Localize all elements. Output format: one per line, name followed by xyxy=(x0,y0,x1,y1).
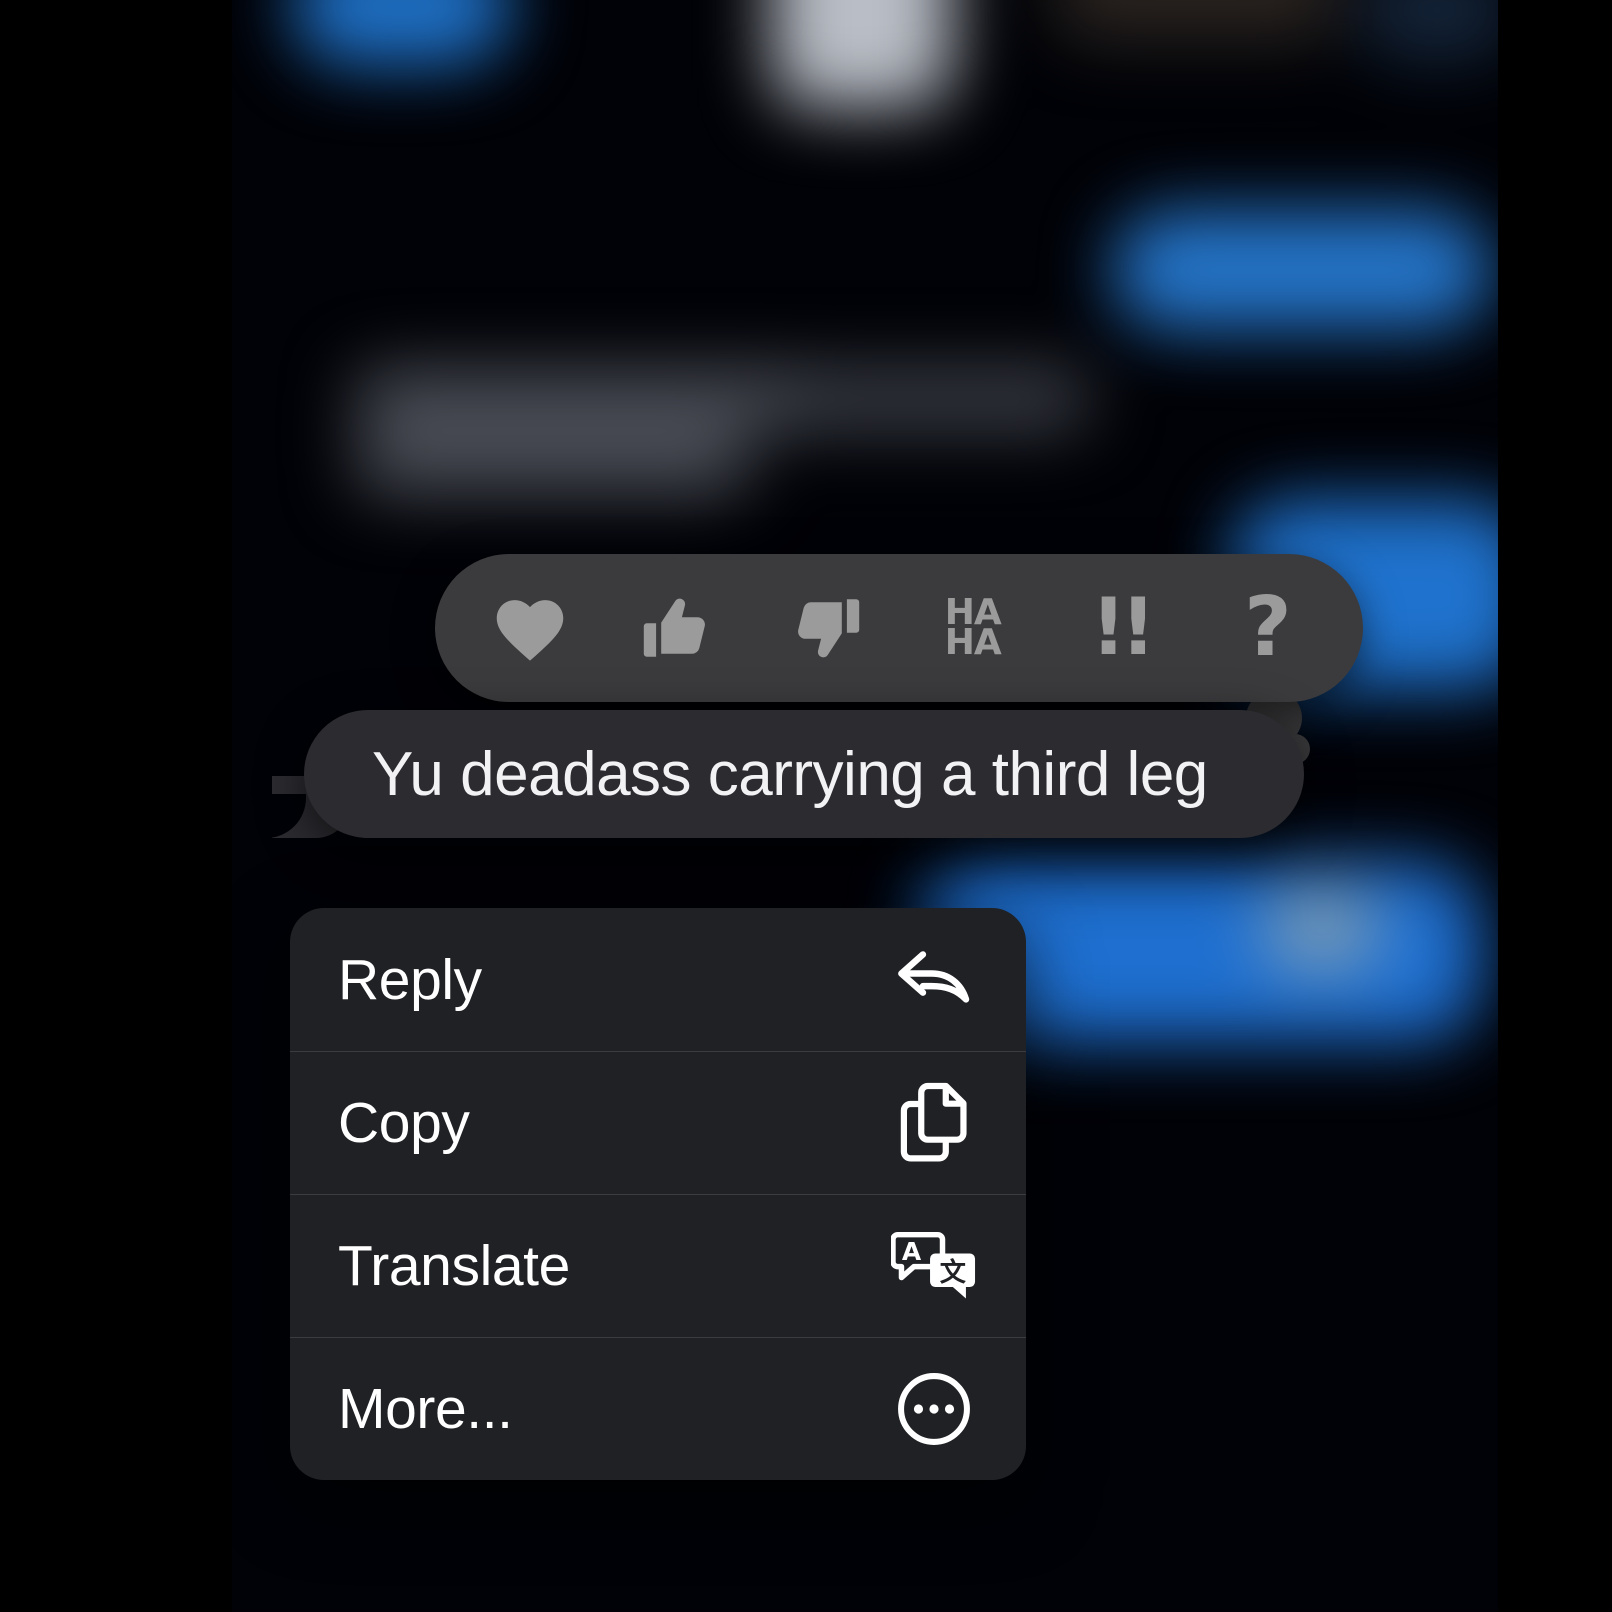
screenshot-root: HA HA !! ? Yu deadass carrying a third l… xyxy=(0,0,1612,1612)
ellipsis-circle-icon xyxy=(890,1365,978,1453)
heart-icon[interactable] xyxy=(471,569,589,687)
haha-icon[interactable]: HA HA xyxy=(914,569,1032,687)
background-bubble-incoming-fill xyxy=(792,370,1092,428)
thumbs-up-icon[interactable] xyxy=(619,569,737,687)
focused-message-bubble[interactable]: Yu deadass carrying a third leg xyxy=(304,710,1304,838)
menu-item-more[interactable]: More... xyxy=(290,1337,1026,1480)
menu-item-reply[interactable]: Reply xyxy=(290,908,1026,1051)
question-mark-icon[interactable]: ? xyxy=(1209,569,1327,687)
context-menu[interactable]: Reply Copy Translate A 文 More... xyxy=(290,908,1026,1480)
menu-item-label: Copy xyxy=(338,1090,470,1155)
menu-item-translate[interactable]: Translate A 文 xyxy=(290,1194,1026,1337)
background-blob-light-top xyxy=(772,0,952,108)
menu-item-label: Translate xyxy=(338,1233,570,1298)
background-blob-light-bottom xyxy=(1262,890,1382,970)
copy-documents-icon xyxy=(890,1079,978,1167)
exclamation-icon[interactable]: !! xyxy=(1061,569,1179,687)
translate-bubbles-icon: A 文 xyxy=(890,1222,978,1310)
letterbox-right xyxy=(1498,0,1612,1612)
background-bubble-outgoing-1 xyxy=(1112,210,1492,330)
background-blob-dark-top xyxy=(1362,0,1498,60)
question-glyph: ? xyxy=(1244,580,1292,675)
thumbs-down-icon[interactable] xyxy=(766,569,884,687)
background-bubble-blue-top xyxy=(292,0,512,66)
message-text: Yu deadass carrying a third leg xyxy=(372,739,1208,809)
menu-item-label: Reply xyxy=(338,947,482,1012)
menu-item-label: More... xyxy=(338,1376,513,1441)
svg-text:文: 文 xyxy=(940,1256,967,1287)
background-bubble-incoming-line-2 xyxy=(352,432,752,494)
background-blob-warm-top xyxy=(1052,0,1342,40)
exclamation-glyph: !! xyxy=(1090,583,1156,673)
menu-item-copy[interactable]: Copy xyxy=(290,1051,1026,1194)
reply-arrow-icon xyxy=(890,936,978,1024)
phone-viewport: HA HA !! ? Yu deadass carrying a third l… xyxy=(232,0,1498,1612)
svg-text:A: A xyxy=(902,1237,922,1266)
letterbox-left xyxy=(0,0,232,1612)
tapback-reaction-bar[interactable]: HA HA !! ? xyxy=(435,554,1363,702)
haha-line-2: HA xyxy=(944,622,1002,663)
